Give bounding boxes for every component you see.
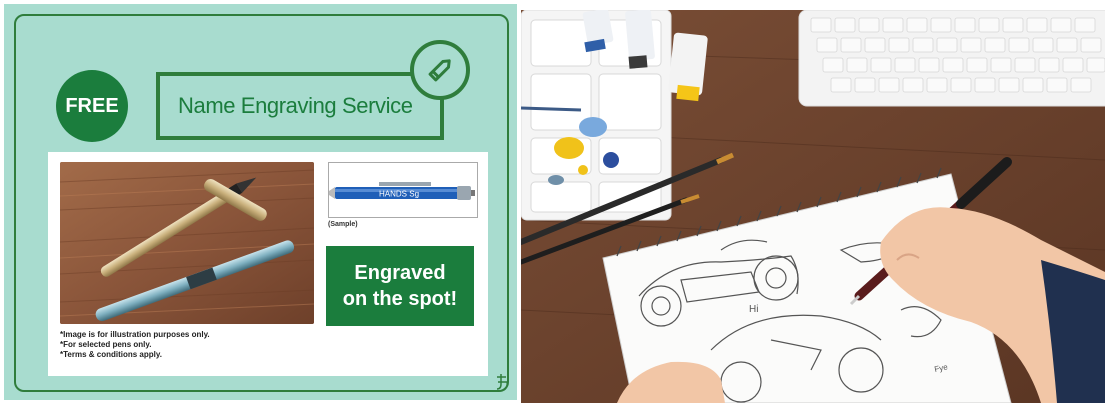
service-title: Name Engraving Service xyxy=(178,93,413,118)
sample-label: (Sample) xyxy=(328,221,358,228)
sketching-photo: Hi Fye xyxy=(521,10,1105,403)
promo-panel: FREE Name Engraving Service HANDS Sg (Sa… xyxy=(4,4,517,400)
free-badge-text: FREE xyxy=(65,94,119,117)
keyboard xyxy=(798,10,1105,107)
promo-card: HANDS Sg (Sample) Engraved on the spot! … xyxy=(48,152,488,376)
engraved-line-1: Engraved xyxy=(354,262,446,284)
note-item: *Image is for illustration purposes only… xyxy=(60,330,210,339)
brand-logo-icon xyxy=(494,372,510,392)
note-item: *Terms & conditions apply. xyxy=(60,350,162,359)
engraving-sample: HANDS Sg xyxy=(328,162,478,218)
service-title-box: Name Engraving Service xyxy=(156,72,444,140)
pencil-icon xyxy=(410,40,470,100)
pen-photo xyxy=(60,162,314,324)
sketch-note: Hi xyxy=(749,304,758,315)
note-item: *For selected pens only. xyxy=(60,340,152,349)
disclaimer-notes: *Image is for illustration purposes only… xyxy=(60,330,210,360)
free-badge: FREE xyxy=(56,70,128,142)
engraving-sample-text: HANDS Sg xyxy=(379,190,419,199)
engraved-line-2: on the spot! xyxy=(342,288,458,310)
engraved-badge: Engraved on the spot! xyxy=(326,246,474,326)
